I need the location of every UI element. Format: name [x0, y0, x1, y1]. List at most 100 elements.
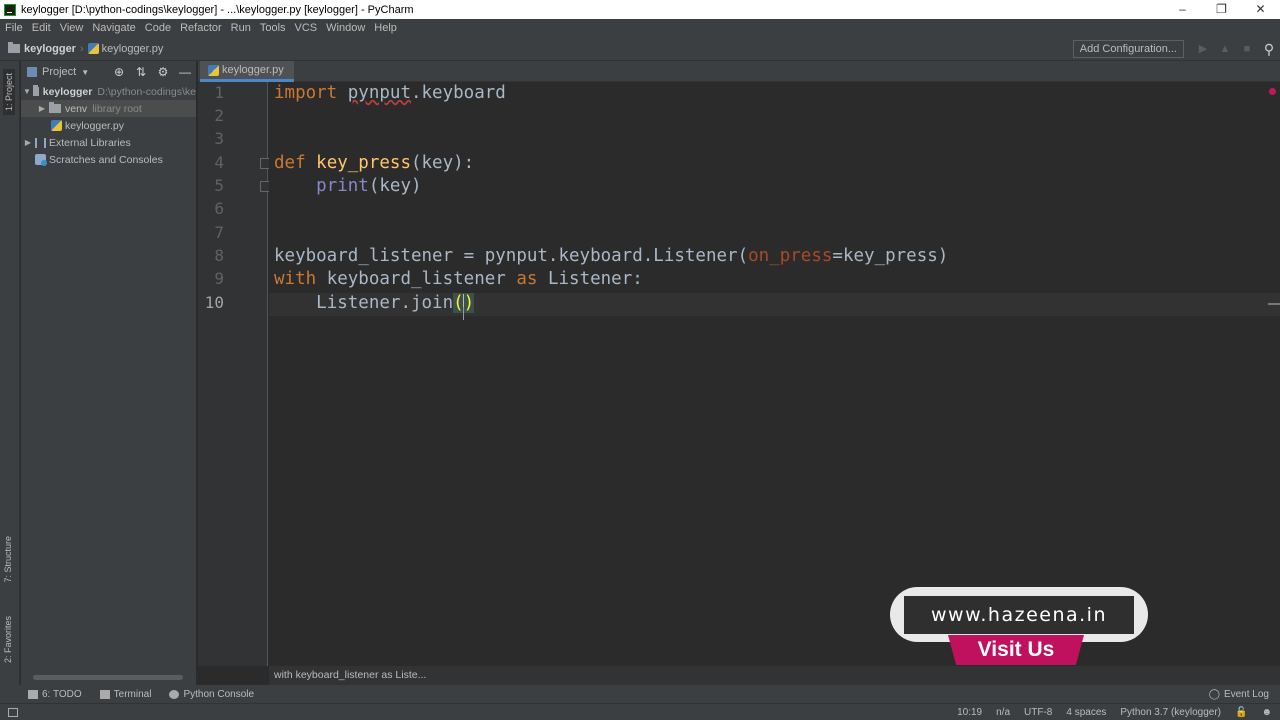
line-separator[interactable]: n/a — [996, 707, 1010, 718]
menu-view[interactable]: View — [60, 22, 84, 34]
editor-gutter: 1 2 3 4 5 6 7 8 9 10 — [198, 82, 271, 666]
folder-icon — [49, 102, 61, 113]
debug-icon[interactable]: ▲ — [1217, 41, 1233, 57]
pycharm-app-icon — [4, 3, 16, 16]
menu-tools[interactable]: Tools — [260, 22, 286, 34]
line-number: 2 — [214, 106, 224, 125]
editor-tab-bar: keylogger.py — [198, 61, 1280, 82]
status-bar: 10:19 n/a UTF-8 4 spaces Python 3.7 (key… — [0, 703, 1280, 720]
nav-crumb-file[interactable]: keylogger.py — [87, 43, 163, 55]
run-icon[interactable]: ▶ — [1195, 41, 1211, 57]
add-configuration-button[interactable]: Add Configuration... — [1072, 39, 1184, 58]
tool-tab-project[interactable]: 1: Project — [3, 69, 15, 116]
terminal-tool-button[interactable]: Terminal — [99, 689, 151, 700]
line-number-current: 10 — [204, 293, 224, 312]
project-panel: Project ▼ ⊕ ⇅ ⚙ — ▼ keylogger D:\python-… — [21, 61, 197, 685]
python-file-icon — [87, 43, 99, 54]
matched-brace-close: ) — [463, 293, 475, 313]
menu-window[interactable]: Window — [326, 22, 365, 34]
bottom-tool-bar: 6: TODO Terminal Python Console ◯ Event … — [0, 685, 1280, 703]
tree-item-venv[interactable]: ▶ venv library root — [21, 100, 196, 117]
locate-icon[interactable]: ⊕ — [108, 65, 130, 79]
line-number: 8 — [214, 246, 224, 265]
collapse-arrow-icon[interactable]: ▶ — [37, 104, 47, 113]
line-number: 4 — [214, 153, 224, 172]
chevron-down-icon[interactable]: ▼ — [81, 68, 89, 77]
menu-help[interactable]: Help — [374, 22, 397, 34]
window-title: keylogger [D:\python-codings\keylogger] … — [21, 3, 414, 16]
collapse-arrow-icon[interactable]: ▶ — [23, 138, 33, 147]
editor-tab-keylogger-py[interactable]: keylogger.py — [200, 61, 294, 82]
todo-tool-button[interactable]: 6: TODO — [28, 689, 82, 700]
collapse-all-icon[interactable]: ⇅ — [130, 65, 152, 79]
expand-arrow-icon[interactable]: ▼ — [23, 87, 31, 96]
horizontal-scrollbar[interactable] — [33, 675, 183, 680]
code-line-10: Listener.join() — [316, 293, 475, 313]
menu-bar: File Edit View Navigate Code Refactor Ru… — [0, 19, 1280, 37]
library-icon — [35, 137, 46, 148]
menu-file[interactable]: File — [5, 22, 23, 34]
python-console-tool-button[interactable]: Python Console — [169, 689, 254, 700]
code-line-5: print(key) — [316, 176, 422, 196]
navigation-bar: keylogger › keylogger.py Add Configurati… — [0, 37, 1280, 61]
tree-item-keylogger-py[interactable]: keylogger.py — [21, 117, 196, 134]
website-url: www.hazeena.in — [904, 596, 1134, 634]
event-log-button[interactable]: ◯ Event Log — [1209, 689, 1269, 700]
crumb-separator: › — [79, 42, 84, 55]
stop-icon[interactable]: ■ — [1239, 41, 1255, 57]
menu-edit[interactable]: Edit — [32, 22, 51, 34]
code-line-1: import pynput.keyboard — [274, 83, 506, 103]
tool-tab-favorites[interactable]: 2: Favorites — [3, 616, 13, 663]
website-banner: www.hazeena.in — [890, 587, 1148, 642]
minimize-button[interactable]: – — [1163, 0, 1202, 19]
project-view-selector[interactable]: Project — [42, 66, 76, 78]
speech-bubble-icon: ◯ — [1208, 688, 1220, 700]
inspector-icon[interactable]: ☻ — [1261, 707, 1272, 718]
tool-tab-structure[interactable]: 7: Structure — [3, 536, 13, 583]
scratches-icon — [35, 154, 47, 166]
list-icon — [28, 689, 38, 699]
search-icon[interactable]: ⚲ — [1261, 41, 1277, 57]
tree-item-keylogger[interactable]: ▼ keylogger D:\python-codings\ke — [21, 83, 196, 100]
line-number: 5 — [214, 176, 224, 195]
mouse-ibeam-cursor — [463, 307, 464, 320]
line-number: 1 — [214, 83, 224, 102]
line-number: 3 — [214, 129, 224, 148]
interpreter-selector[interactable]: Python 3.7 (keylogger) — [1120, 707, 1221, 718]
folder-icon — [8, 42, 20, 53]
visit-us-button[interactable]: Visit Us — [948, 635, 1084, 665]
hide-icon[interactable]: — — [174, 65, 196, 79]
nav-crumb-project[interactable]: keylogger — [8, 42, 76, 55]
file-encoding[interactable]: UTF-8 — [1024, 707, 1052, 718]
window-titlebar: keylogger [D:\python-codings\keylogger] … — [0, 0, 1280, 19]
tree-item-scratches[interactable]: Scratches and Consoles — [21, 151, 196, 168]
code-line-9: with keyboard_listener as Listener: — [274, 269, 643, 289]
line-number: 6 — [214, 199, 224, 218]
scrollbar-marker[interactable] — [1268, 303, 1280, 305]
code-editor[interactable]: import pynput.keyboard def key_press(key… — [269, 82, 1280, 666]
code-line-8: keyboard_listener = pynput.keyboard.List… — [274, 246, 949, 266]
folder-icon — [32, 85, 39, 96]
code-breadcrumb[interactable]: with keyboard_listener as Liste... — [269, 666, 1280, 685]
menu-code[interactable]: Code — [145, 22, 171, 34]
python-console-icon — [169, 689, 180, 699]
python-file-icon — [51, 120, 62, 131]
line-number: 9 — [214, 269, 224, 288]
menu-refactor[interactable]: Refactor — [180, 22, 222, 34]
terminal-icon — [99, 689, 110, 699]
menu-run[interactable]: Run — [231, 22, 251, 34]
menu-navigate[interactable]: Navigate — [92, 22, 135, 34]
indent-setting[interactable]: 4 spaces — [1066, 707, 1106, 718]
left-tool-strip: 1: Project 7: Structure 2: Favorites — [0, 61, 20, 685]
menu-vcs[interactable]: VCS — [295, 22, 318, 34]
restore-button[interactable]: ❐ — [1202, 0, 1241, 19]
project-view-icon — [27, 67, 37, 77]
error-indicator-icon[interactable] — [1269, 88, 1276, 95]
gear-icon[interactable]: ⚙ — [152, 65, 174, 79]
tree-item-external-libraries[interactable]: ▶ External Libraries — [21, 134, 196, 151]
toggle-tool-windows-icon[interactable] — [8, 707, 18, 717]
caret-position[interactable]: 10:19 — [957, 707, 982, 718]
python-file-icon — [208, 64, 219, 76]
close-button[interactable]: ✕ — [1241, 0, 1280, 19]
lock-icon[interactable]: 🔓 — [1235, 707, 1247, 718]
